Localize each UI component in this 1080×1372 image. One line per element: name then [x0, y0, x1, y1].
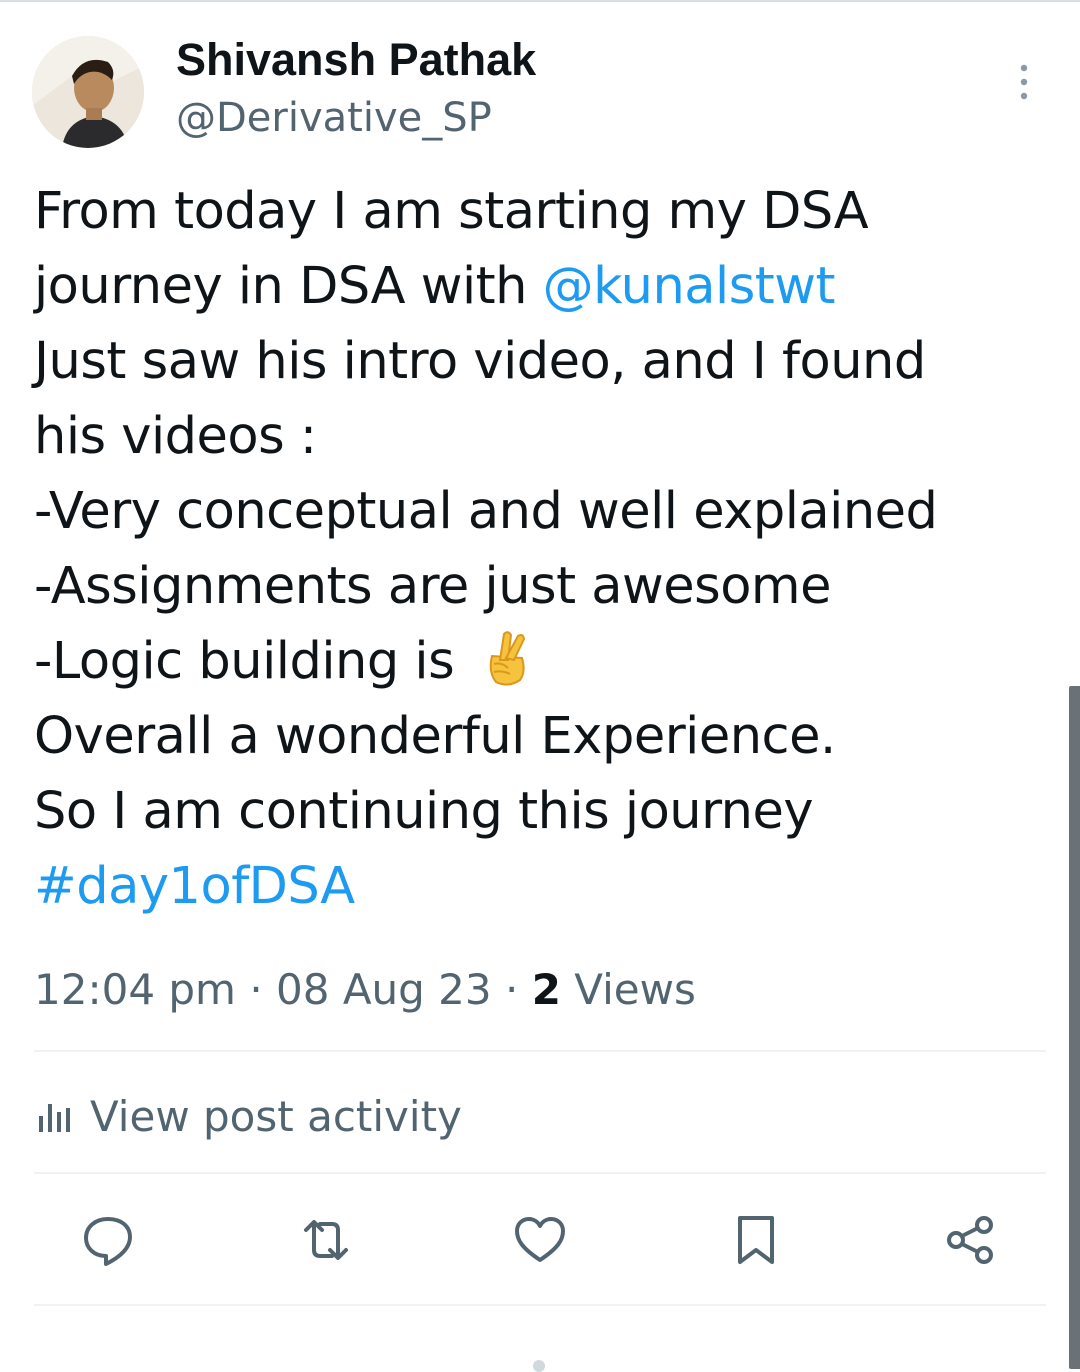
top-divider — [0, 0, 1080, 2]
reply-button[interactable] — [78, 1210, 138, 1270]
post-line: Just saw his intro video, and I found — [34, 332, 926, 391]
analytics-bars-icon — [39, 1104, 70, 1132]
share-button[interactable] — [940, 1210, 1000, 1270]
post-line: So I am continuing this journey — [34, 782, 814, 841]
post-date[interactable]: 08 Aug 23 — [276, 965, 492, 1014]
bookmark-button[interactable] — [726, 1210, 786, 1270]
post-meta: 12:04 pm · 08 Aug 23 · 2 Views — [34, 960, 696, 1020]
post-line: #day1ofDSA — [34, 849, 1044, 924]
post-time[interactable]: 12:04 pm — [34, 965, 236, 1014]
repost-button[interactable] — [296, 1210, 356, 1270]
divider — [34, 1304, 1046, 1306]
like-button[interactable] — [510, 1210, 570, 1270]
crossed-fingers-emoji-icon — [478, 628, 532, 688]
view-post-activity-label: View post activity — [90, 1091, 462, 1141]
post-text: From today I am starting my DSA journey … — [34, 174, 1044, 924]
heart-icon — [515, 1217, 565, 1262]
post-line: journey in DSA with @kunalstwt — [34, 257, 836, 316]
bookmark-icon — [738, 1216, 774, 1264]
author-display-name[interactable]: Shivansh Pathak — [176, 32, 536, 88]
reply-bubble-icon — [84, 1217, 132, 1266]
hashtag-link[interactable]: #day1ofDSA — [34, 857, 355, 916]
repost-arrows-icon — [304, 1220, 348, 1260]
author-handle[interactable]: @Derivative_SP — [176, 92, 492, 144]
post-line: Overall a wonderful Experience. — [34, 707, 836, 766]
meta-separator: · — [235, 965, 277, 1014]
meta-separator: · — [491, 965, 532, 1014]
avatar[interactable] — [32, 36, 144, 148]
vertical-ellipsis-icon — [1020, 64, 1028, 100]
post-line: From today I am starting my DSA — [34, 182, 869, 241]
divider — [34, 1172, 1046, 1174]
views-label: Views — [560, 965, 696, 1014]
post-line: -Assignments are just awesome — [34, 557, 831, 616]
scrollbar[interactable] — [1069, 686, 1080, 1369]
post-line: his videos : — [34, 407, 317, 466]
divider — [34, 1050, 1046, 1052]
post-line: -Very conceptual and well explained — [34, 482, 938, 541]
post-line: -Logic building is — [34, 624, 1044, 699]
share-nodes-icon — [947, 1216, 993, 1264]
views-count: 2 — [531, 965, 561, 1014]
view-post-activity-link[interactable]: View post activity — [34, 1086, 462, 1146]
avatar-image — [32, 36, 144, 148]
mention-link[interactable]: @kunalstwt — [543, 257, 836, 316]
loading-dot — [533, 1360, 545, 1372]
more-options-button[interactable] — [1004, 62, 1044, 102]
